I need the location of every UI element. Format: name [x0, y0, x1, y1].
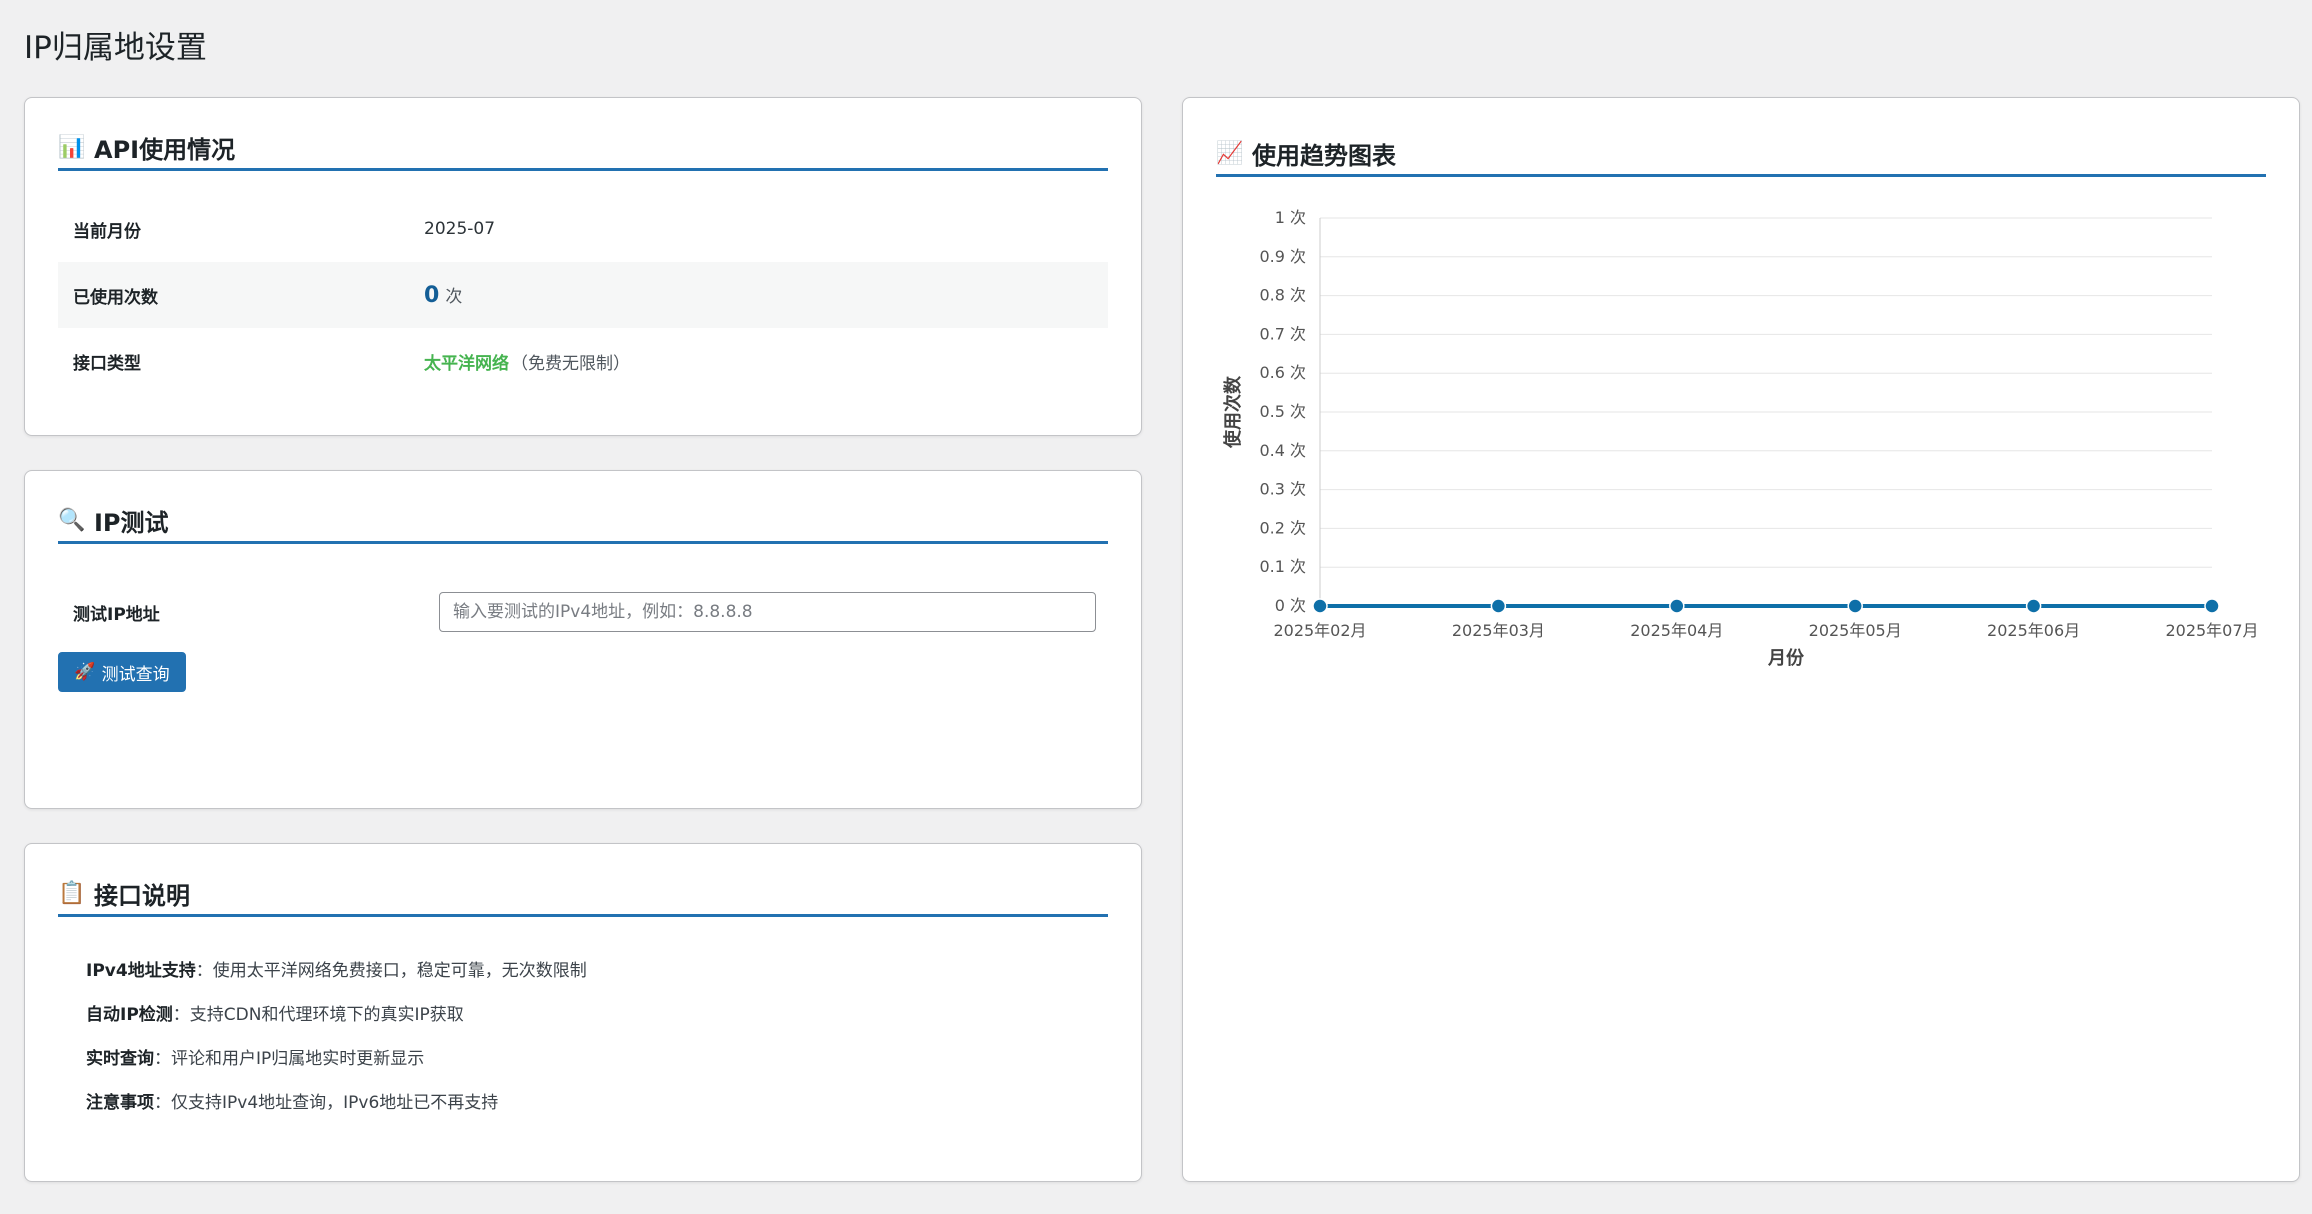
table-row-current-month: 当前月份 2025-07 — [58, 196, 1108, 262]
clipboard-icon: 📋 — [58, 880, 86, 906]
api-doc-card: 📋 接口说明 IPv4地址支持 ：使用太平洋网络免费接口，稳定可靠，无次数限制 自… — [24, 843, 1142, 1182]
y-tick-label: 0.8 次 — [1259, 286, 1306, 305]
current-month-value: 2025-07 — [424, 219, 496, 239]
api-type-name: 太平洋网络 — [424, 353, 509, 374]
used-count-unit: 次 — [445, 287, 463, 307]
y-tick-label: 0.7 次 — [1259, 324, 1306, 343]
current-month-label: 当前月份 — [73, 221, 141, 242]
x-tick-label: 2025年02月 — [1273, 621, 1366, 640]
doc-item-text: ：仅支持IPv4地址查询，IPv6地址已不再支持 — [154, 1092, 499, 1113]
y-tick-label: 0 次 — [1275, 596, 1306, 615]
doc-item-text: ：评论和用户IP归属地实时更新显示 — [154, 1048, 425, 1069]
x-tick-label: 2025年06月 — [1987, 621, 2080, 640]
usage-trend-card: 📈 使用趋势图表 0 次 0.1 次 0.2 次 0.3 次 0.4 次 0.5 次 0.6… — [1182, 97, 2300, 1182]
x-axis-title: 月份 — [1767, 647, 1805, 669]
ip-test-heading: IP测试 — [94, 508, 169, 537]
doc-item-title: 实时查询 — [86, 1048, 154, 1069]
x-tick-label: 2025年05月 — [1809, 621, 1902, 640]
doc-item-title: 自动IP检测 — [86, 1004, 173, 1025]
page-title: IP归属地设置 — [24, 30, 207, 66]
ip-field-label: 测试IP地址 — [73, 604, 160, 625]
api-usage-table: 当前月份 2025-07 已使用次数 0次 接口类型 太平洋网络 （免费无限制） — [58, 196, 1108, 394]
api-type-label: 接口类型 — [73, 353, 141, 374]
ip-input[interactable] — [439, 592, 1096, 632]
y-tick-label: 0.4 次 — [1259, 441, 1306, 460]
ip-test-row: 测试IP地址 — [58, 591, 1096, 633]
y-tick-label: 0.5 次 — [1259, 402, 1306, 421]
table-row-used-count: 已使用次数 0次 — [58, 262, 1108, 328]
data-point — [1490, 598, 1507, 614]
list-item: 注意事项 ：仅支持IPv4地址查询，IPv6地址已不再支持 — [86, 1078, 587, 1122]
used-count-value: 0次 — [424, 282, 462, 308]
list-item: 实时查询 ：评论和用户IP归属地实时更新显示 — [86, 1034, 587, 1078]
list-item: IPv4地址支持 ：使用太平洋网络免费接口，稳定可靠，无次数限制 — [86, 946, 587, 990]
y-tick-label: 0.2 次 — [1259, 518, 1306, 537]
api-usage-heading: API使用情况 — [94, 135, 236, 164]
doc-item-text: ：使用太平洋网络免费接口，稳定可靠，无次数限制 — [195, 960, 587, 981]
x-tick-label: 2025年07月 — [2165, 621, 2258, 640]
api-usage-header: 📊 API使用情况 — [58, 126, 1108, 171]
api-doc-list: IPv4地址支持 ：使用太平洋网络免费接口，稳定可靠，无次数限制 自动IP检测 ：支… — [86, 946, 587, 1122]
table-row-api-type: 接口类型 太平洋网络 （免费无限制） — [58, 328, 1108, 394]
data-point — [2025, 598, 2042, 614]
rocket-icon: 🚀 — [74, 662, 96, 682]
y-tick-label: 0.9 次 — [1259, 247, 1306, 266]
data-point — [1847, 598, 1863, 614]
y-axis-title: 使用次数 — [1222, 375, 1244, 449]
list-item: 自动IP检测 ：支持CDN和代理环境下的真实IP获取 — [86, 990, 587, 1034]
y-tick-label: 0.1 次 — [1259, 557, 1306, 576]
y-tick-label: 0.3 次 — [1259, 480, 1306, 499]
bar-chart-icon: 📊 — [58, 134, 86, 160]
x-tick-label: 2025年03月 — [1452, 621, 1545, 640]
data-point — [2204, 598, 2220, 614]
test-query-button-label: 测试查询 — [101, 664, 170, 685]
api-doc-header: 📋 接口说明 — [58, 872, 1108, 917]
x-tick-label: 2025年04月 — [1630, 621, 1723, 640]
ip-test-card: 🔍 IP测试 测试IP地址 🚀 测试查询 — [24, 470, 1142, 809]
used-count-label: 已使用次数 — [73, 287, 158, 308]
magnifier-icon: 🔍 — [58, 507, 86, 533]
usage-trend-chart: 0 次 0.1 次 0.2 次 0.3 次 0.4 次 0.5 次 0.6 次 0.7 次 0.… — [1222, 208, 2259, 669]
y-tick-label: 0.6 次 — [1259, 363, 1306, 382]
api-type-note: （免费无限制） — [511, 353, 630, 374]
api-usage-card: 📊 API使用情况 当前月份 2025-07 已使用次数 0次 接口类型 太平洋… — [24, 97, 1142, 436]
doc-item-title: 注意事项 — [86, 1092, 154, 1113]
test-query-button[interactable]: 🚀 测试查询 — [58, 652, 186, 692]
ip-test-header: 🔍 IP测试 — [58, 499, 1108, 544]
data-point — [1669, 598, 1685, 614]
used-count-number: 0 — [424, 283, 440, 308]
data-point — [1312, 598, 1328, 614]
doc-item-title: IPv4地址支持 — [86, 960, 196, 981]
doc-item-text: ：支持CDN和代理环境下的真实IP获取 — [172, 1004, 464, 1025]
y-tick-label: 1 次 — [1275, 208, 1306, 227]
api-doc-heading: 接口说明 — [94, 881, 190, 910]
api-type-value: 太平洋网络 （免费无限制） — [424, 349, 630, 374]
